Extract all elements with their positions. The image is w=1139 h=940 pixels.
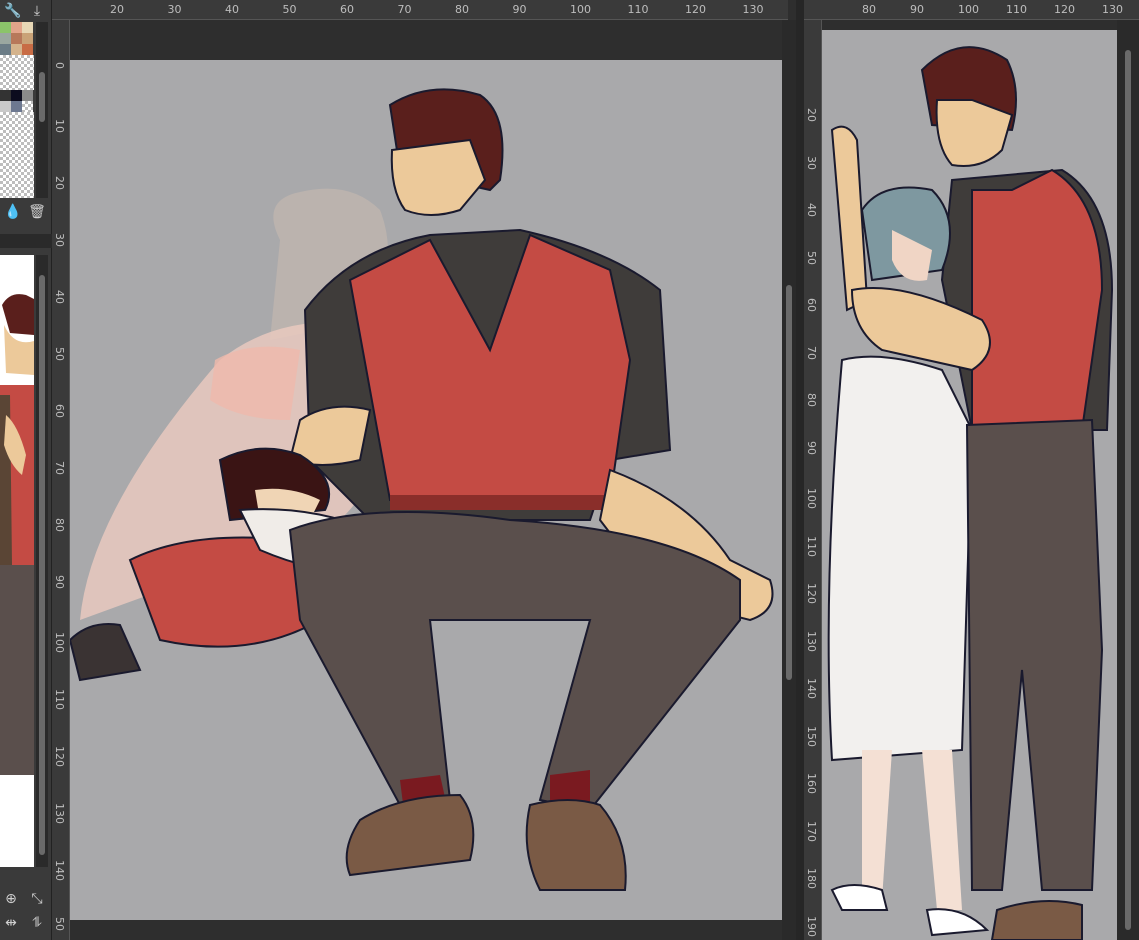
swatch[interactable]: [22, 33, 33, 44]
main-canvas-bottom-border: [70, 920, 782, 940]
main-illustration: [70, 88, 774, 891]
swatch[interactable]: [0, 112, 34, 198]
ruler-tick-label: 110: [53, 689, 66, 710]
swatch[interactable]: [0, 90, 11, 101]
ruler-tick-label: 90: [512, 3, 527, 16]
side-horizontal-ruler: 80 90 100 110 120 130: [804, 0, 1139, 20]
flip-h-icon[interactable]: ⇹: [2, 914, 20, 932]
color-set-palette: [0, 22, 34, 198]
ruler-tick-label: 80: [53, 518, 66, 532]
zoom-in-icon[interactable]: ⊕: [2, 890, 20, 908]
flip-v-icon[interactable]: ⥮: [28, 914, 46, 932]
ruler-tick-label: 120: [1054, 3, 1075, 16]
ruler-tick-label: 130: [53, 803, 66, 824]
swatch[interactable]: [0, 33, 11, 44]
main-canvas-scrollbar[interactable]: [782, 20, 796, 940]
main-horizontal-ruler: 20 30 40 50 60 70 80 90 100 110 120 130: [52, 0, 788, 20]
window-splitter[interactable]: [796, 0, 804, 940]
swatch[interactable]: [11, 101, 22, 112]
clip-studio-window: 🔧 ⤓ 💧 🗑 ⊕ ⤡ ⇹ ⥮ 20 30 40 50 60 70 80 90 …: [0, 0, 1139, 940]
ruler-tick-label: 50: [53, 917, 66, 931]
side-vertical-ruler: 20 30 40 50 60 70 80 90 100 110 120 130 140 150 160 170…: [804, 20, 822, 940]
swatch[interactable]: [0, 44, 11, 55]
ruler-tick-label: 10: [53, 119, 66, 133]
ruler-tick-label: 160: [805, 773, 818, 794]
ruler-tick-label: 70: [397, 3, 412, 16]
ruler-tick-label: 180: [805, 868, 818, 889]
ruler-tick-label: 0: [53, 62, 66, 69]
ruler-tick-label: 50: [53, 347, 66, 361]
ruler-tick-label: 50: [282, 3, 297, 16]
swatch[interactable]: [11, 33, 22, 44]
ruler-tick-label: 80: [455, 3, 469, 16]
swatch[interactable]: [11, 44, 22, 55]
panel-divider: [0, 234, 52, 248]
palette-scrollbar[interactable]: [36, 22, 48, 198]
ruler-tick-label: 110: [805, 535, 818, 557]
navigator-thumbnail[interactable]: [0, 255, 34, 867]
ruler-tick-label: 110: [627, 3, 649, 16]
ruler-tick-label: 90: [910, 3, 924, 16]
swatch[interactable]: [11, 90, 22, 101]
navigator-scrollbar[interactable]: [36, 255, 48, 867]
swatch[interactable]: [0, 22, 11, 33]
swatch[interactable]: [0, 101, 11, 112]
ruler-tick-label: 40: [225, 3, 239, 16]
ruler-tick-label: 130: [805, 630, 818, 652]
ruler-tick-label: 130: [742, 3, 764, 16]
ruler-tick-label: 80: [805, 393, 818, 407]
ruler-tick-label: 40: [805, 203, 818, 217]
swatch[interactable]: [22, 90, 33, 101]
ruler-tick-label: 190: [805, 915, 818, 937]
ruler-tick-label: 150: [805, 725, 818, 747]
ruler-tick-label: 100: [570, 3, 591, 16]
left-panel: 🔧 ⤓ 💧 🗑 ⊕ ⤡ ⇹ ⥮: [0, 0, 52, 940]
ruler-tick-label: 60: [53, 404, 66, 418]
swatch[interactable]: [0, 55, 34, 90]
main-artwork[interactable]: [70, 60, 782, 920]
ruler-tick-label: 140: [53, 860, 66, 881]
ruler-tick-label: 90: [53, 575, 66, 589]
ruler-tick-label: 30: [805, 155, 818, 170]
ruler-tick-label: 170: [805, 820, 818, 842]
ruler-tick-label: 100: [958, 3, 979, 16]
ruler-tick-label: 70: [805, 345, 818, 360]
ruler-tick-label: 120: [805, 583, 818, 604]
ruler-tick-label: 140: [805, 678, 818, 699]
ruler-tick-label: 90: [805, 440, 818, 455]
trash-icon[interactable]: 🗑: [28, 203, 46, 221]
wrench-icon[interactable]: 🔧: [4, 2, 22, 20]
side-illustration: [827, 46, 1114, 940]
ruler-tick-label: 40: [53, 290, 66, 304]
ruler-tick-label: 60: [805, 298, 818, 312]
ruler-tick-label: 20: [805, 108, 818, 122]
download-icon[interactable]: ⤓: [28, 2, 46, 20]
swatch[interactable]: [22, 44, 33, 55]
ruler-tick-label: 70: [53, 461, 66, 475]
side-canvas-scrollbar[interactable]: [1117, 20, 1139, 940]
ruler-tick-label: 100: [805, 488, 818, 509]
ruler-tick-label: 20: [110, 3, 124, 16]
swatch[interactable]: [22, 101, 33, 112]
side-artwork[interactable]: [822, 30, 1117, 940]
ruler-tick-label: 120: [685, 3, 706, 16]
ruler-tick-label: 80: [862, 3, 876, 16]
ruler-tick-label: 130: [1102, 3, 1123, 16]
ruler-tick-label: 120: [53, 746, 66, 767]
drop-add-icon[interactable]: 💧: [4, 203, 22, 221]
ruler-tick-label: 60: [340, 3, 354, 16]
fit-icon[interactable]: ⤡: [28, 890, 46, 908]
ruler-tick-label: 30: [53, 233, 66, 247]
swatch[interactable]: [22, 22, 33, 33]
ruler-tick-label: 20: [53, 176, 66, 190]
main-vertical-ruler: 0 10 20 30 40 50 60 70 80 90 100 110 120 130 140 50: [52, 20, 70, 940]
ruler-tick-label: 50: [805, 250, 818, 265]
swatch[interactable]: [11, 22, 22, 33]
ruler-tick-label: 110: [1006, 3, 1027, 16]
ruler-tick-label: 30: [167, 3, 182, 16]
navigator-preview: [0, 255, 34, 867]
ruler-tick-label: 100: [53, 632, 66, 653]
